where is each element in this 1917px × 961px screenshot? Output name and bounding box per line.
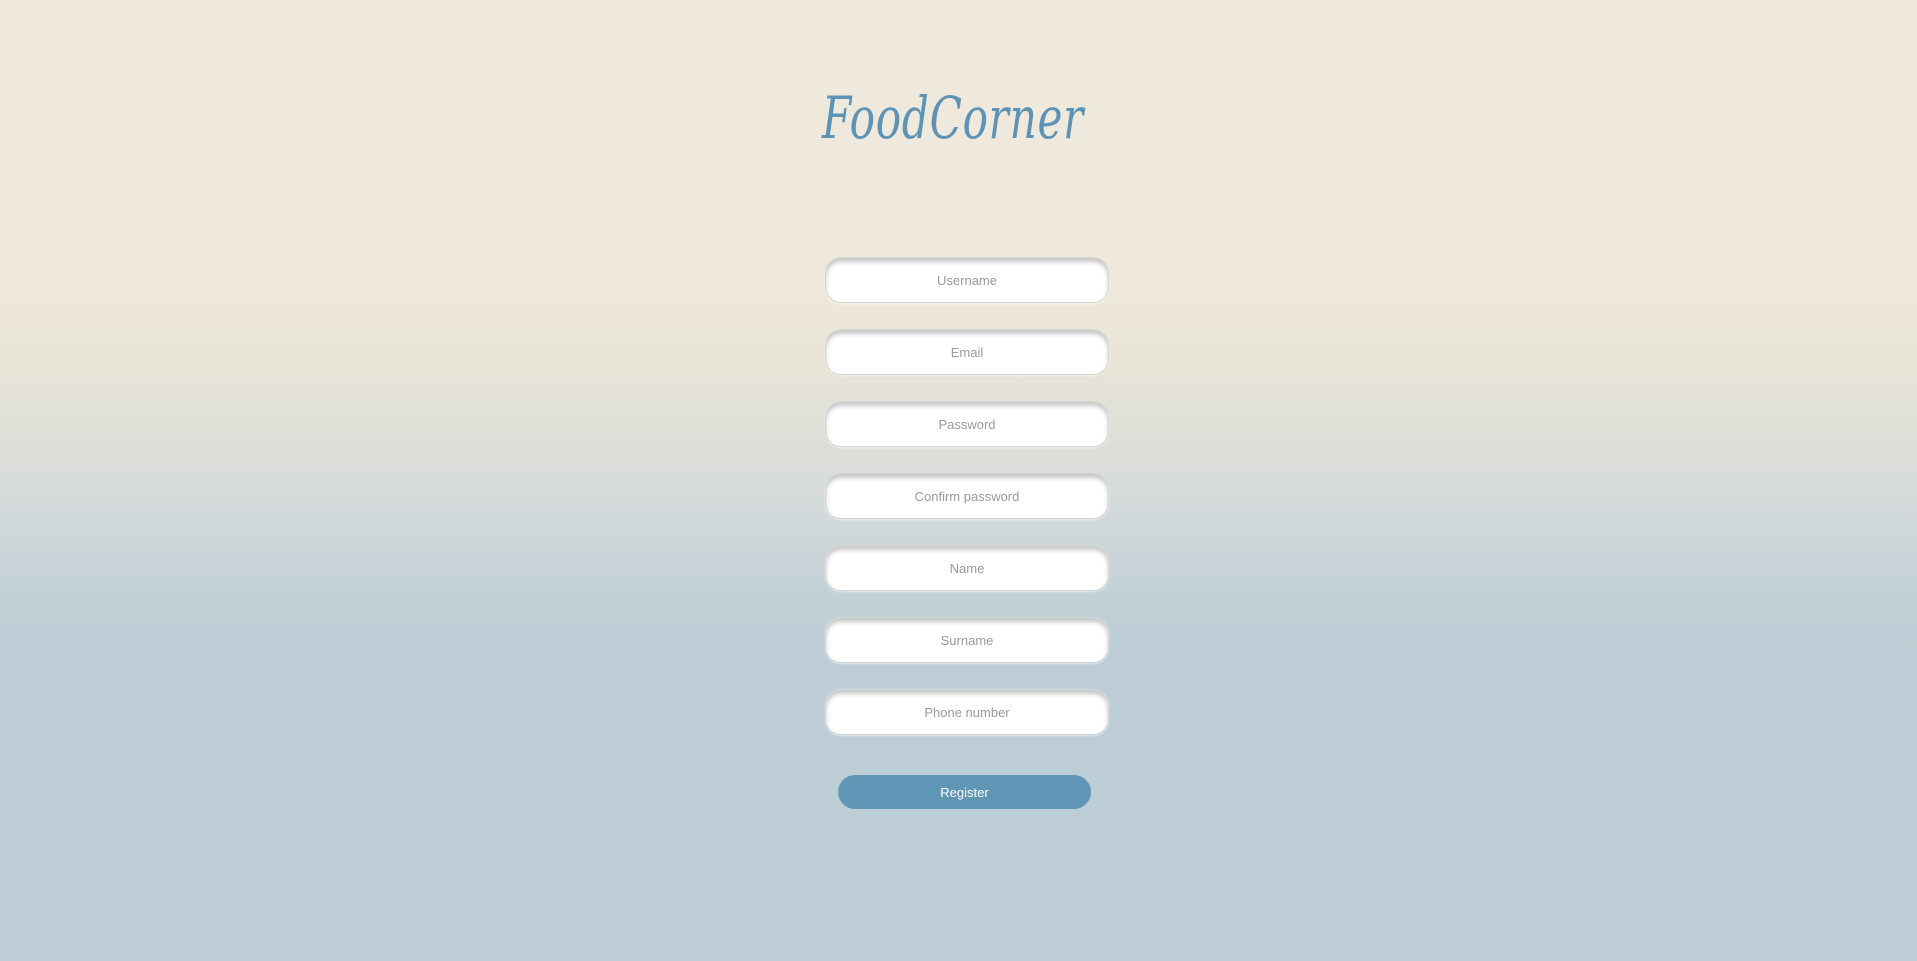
- brand-logo: FoodCorner: [820, 84, 1090, 174]
- phone-number-input[interactable]: [825, 689, 1109, 735]
- username-input[interactable]: [825, 257, 1109, 303]
- email-input[interactable]: [825, 329, 1109, 375]
- registration-form: [825, 257, 1109, 761]
- register-button[interactable]: Register: [838, 775, 1091, 809]
- name-input[interactable]: [825, 545, 1109, 591]
- surname-input[interactable]: [825, 617, 1109, 663]
- confirm-password-input[interactable]: [825, 473, 1109, 519]
- password-input[interactable]: [825, 401, 1109, 447]
- brand-logo-graphic: FoodCorner: [821, 84, 1085, 152]
- brand-logo-text: FoodCorner: [821, 84, 1085, 152]
